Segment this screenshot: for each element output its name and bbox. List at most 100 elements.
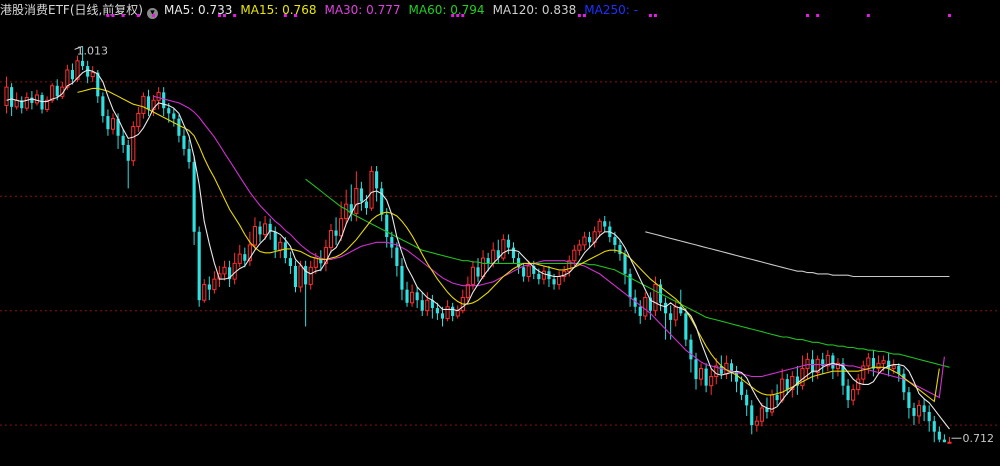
- candle-down: [359, 188, 363, 202]
- candle-down: [846, 385, 850, 401]
- candle-down: [243, 254, 247, 261]
- candle-down: [182, 135, 186, 149]
- candle-up: [141, 95, 146, 114]
- candlestick-chart[interactable]: 1.013 0.712: [0, 0, 1000, 466]
- candle-down: [162, 92, 166, 109]
- candle-up: [369, 170, 374, 209]
- candle-down: [775, 394, 779, 401]
- candle-down: [167, 108, 171, 114]
- candle-down: [638, 306, 642, 316]
- signal-marker: [283, 14, 287, 17]
- candle-down: [385, 214, 389, 238]
- signal-marker: [582, 14, 586, 17]
- candle-up: [425, 299, 430, 312]
- candle-down: [288, 258, 292, 266]
- candle-down: [187, 148, 191, 163]
- candle-up: [222, 266, 227, 275]
- candle-down: [537, 273, 541, 280]
- candle-down: [70, 70, 75, 80]
- candle-up: [800, 368, 805, 387]
- candle-up: [50, 85, 55, 101]
- candle-up: [470, 266, 476, 285]
- candle-down: [587, 237, 592, 243]
- candle-down: [400, 265, 404, 290]
- candle-down: [440, 313, 445, 319]
- candle-up: [252, 226, 258, 246]
- candle-down: [750, 405, 754, 426]
- candle-up: [709, 375, 714, 387]
- candle-up: [131, 126, 136, 162]
- candle-up: [577, 244, 582, 251]
- signal-marker: [152, 14, 156, 17]
- candle-up: [308, 266, 313, 285]
- candle-up: [491, 249, 496, 264]
- candle-up: [237, 253, 242, 264]
- candle-up: [572, 249, 577, 262]
- signal-marker: [461, 14, 465, 17]
- candle-up: [465, 283, 470, 299]
- candle-down: [785, 379, 789, 390]
- candle-down: [258, 226, 262, 235]
- candle-down: [283, 242, 287, 259]
- candle-down: [912, 408, 916, 416]
- candle-down: [304, 265, 308, 285]
- candle-down: [623, 254, 627, 274]
- candle-up: [202, 283, 207, 301]
- candle-up: [881, 360, 886, 364]
- candle-up: [856, 378, 861, 391]
- signal-marker: [577, 14, 581, 17]
- ma30-line: [153, 95, 945, 399]
- candle-down: [729, 363, 734, 372]
- candle-down: [364, 201, 369, 209]
- candle-up: [136, 112, 141, 128]
- signal-marker: [866, 14, 870, 17]
- candle-down: [415, 292, 419, 301]
- candle-down: [81, 60, 85, 67]
- candle-up: [582, 236, 587, 246]
- candle-up: [916, 404, 922, 417]
- candle-down: [511, 247, 516, 259]
- candle-down: [704, 368, 708, 386]
- candle-down: [435, 308, 440, 314]
- candle-down: [420, 300, 424, 311]
- candle-down: [106, 116, 110, 130]
- candle-up: [263, 223, 268, 235]
- candle-up: [891, 365, 896, 370]
- candle-up: [805, 358, 810, 370]
- candle-down: [172, 113, 176, 119]
- candle-down: [10, 87, 14, 107]
- signal-marker: [111, 14, 115, 17]
- candle-up: [541, 270, 546, 280]
- candle-up: [780, 378, 785, 401]
- candle-up: [354, 187, 359, 214]
- high-label: 1.013: [77, 44, 109, 57]
- candle-down: [273, 231, 277, 251]
- candle-up: [34, 94, 40, 104]
- signal-marker: [947, 14, 951, 17]
- candle-down: [192, 162, 196, 232]
- candle-down: [146, 96, 151, 110]
- candle-down: [207, 284, 211, 290]
- candle-up: [328, 229, 334, 249]
- candle-up: [24, 97, 29, 109]
- candle-up: [480, 257, 486, 278]
- signal-marker: [106, 14, 110, 17]
- low-label: 0.712: [962, 432, 994, 445]
- candle-down: [395, 247, 399, 266]
- signal-marker: [233, 14, 237, 17]
- signal-marker: [136, 14, 140, 17]
- candle-up: [754, 420, 759, 426]
- candle-down: [552, 279, 556, 285]
- candle-up: [156, 91, 161, 101]
- candle-up: [597, 220, 602, 233]
- signal-marker: [816, 14, 820, 17]
- signal-marker: [653, 14, 657, 17]
- candle-up: [110, 118, 116, 130]
- candle-up: [339, 218, 344, 237]
- candle-up: [14, 99, 19, 108]
- candle-up: [90, 72, 95, 78]
- candle-up: [278, 241, 283, 251]
- candle-down: [86, 66, 90, 77]
- candle-down: [613, 237, 617, 245]
- candle-up: [698, 368, 704, 380]
